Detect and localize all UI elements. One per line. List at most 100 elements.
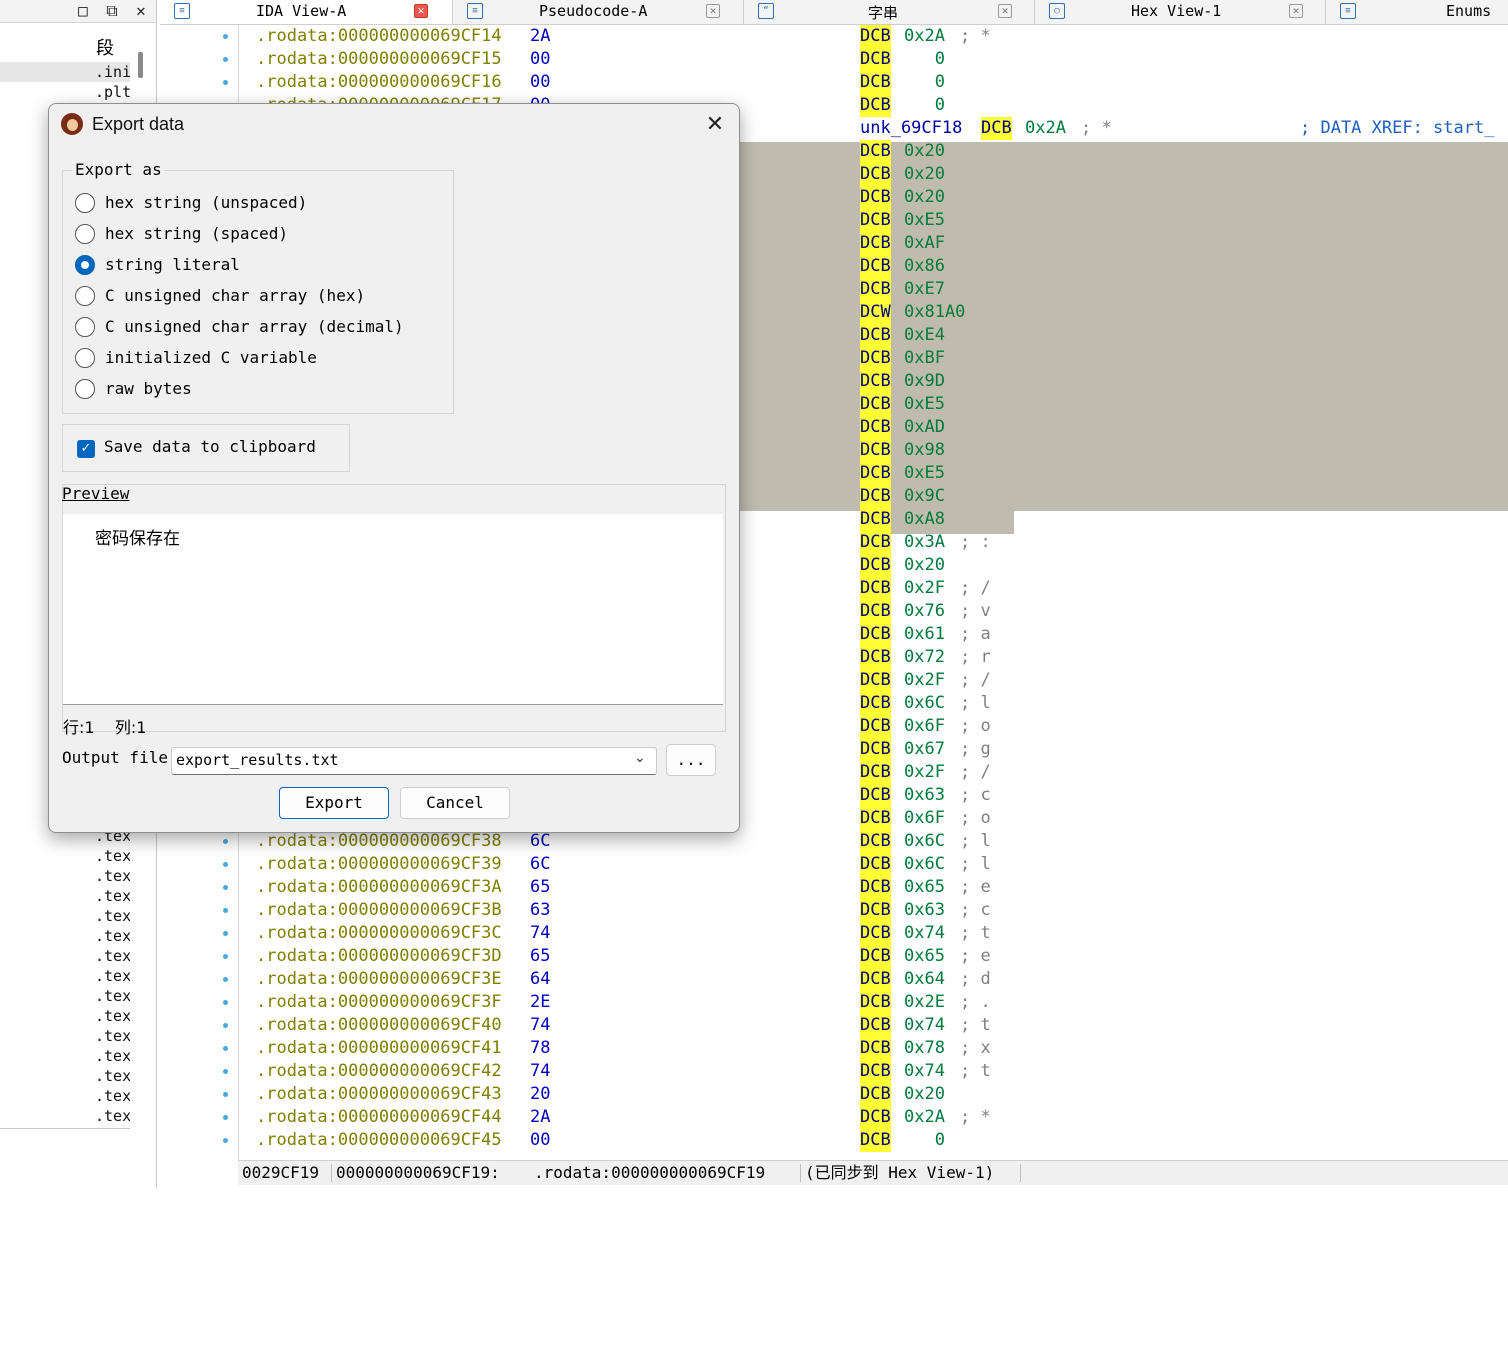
radio-button[interactable]: [75, 317, 95, 337]
row-directive: DCB: [860, 278, 891, 301]
radio-button[interactable]: [75, 193, 95, 213]
segment-row[interactable]: .tex: [0, 846, 130, 866]
row-byte: 63: [530, 900, 551, 920]
disassembly-row[interactable]: .rodata:000000000069CF38 6C DCB 0x6C ; l: [160, 830, 1508, 853]
disassembly-row[interactable]: .rodata:000000000069CF41 78 DCB 0x78 ; x: [160, 1037, 1508, 1060]
row-comment: ; g: [960, 739, 991, 759]
radio-button[interactable]: [75, 255, 95, 275]
row-comment: ; o: [960, 808, 991, 828]
enums-icon: ≡: [1340, 3, 1356, 19]
segment-row[interactable]: .tex: [0, 866, 130, 886]
tab-label: Enums: [1446, 2, 1492, 20]
row-value: 0xAF: [904, 233, 945, 253]
radio-button[interactable]: [75, 379, 95, 399]
segment-row[interactable]: .tex: [0, 1006, 130, 1026]
row-directive: DCB: [860, 1060, 891, 1083]
row-directive: DCB: [860, 255, 891, 278]
disassembly-row[interactable]: .rodata:000000000069CF3A 65 DCB 0x65 ; e: [160, 876, 1508, 899]
row-directive: DCB: [860, 577, 891, 600]
segment-row[interactable]: .tex: [0, 1026, 130, 1046]
save-to-clipboard-checkbox[interactable]: ✓: [77, 440, 95, 458]
restore-icon[interactable]: ⧉: [101, 1, 123, 21]
row-value: 0: [904, 1130, 945, 1150]
dialog-close-icon[interactable]: ✕: [701, 112, 729, 138]
disassembly-row[interactable]: .rodata:000000000069CF43 20 DCB 0x20: [160, 1083, 1508, 1106]
segments-scrollbar[interactable]: [138, 52, 143, 78]
row-comment: ; v: [960, 601, 991, 621]
chevron-down-icon[interactable]: ⌄: [634, 750, 646, 766]
tab-close-icon[interactable]: ✕: [706, 4, 720, 18]
row-address: .rodata:000000000069CF42: [256, 1061, 502, 1081]
status-address: 000000000069CF19:: [336, 1163, 500, 1182]
disassembly-row[interactable]: .rodata:000000000069CF45 00 DCB 0: [160, 1129, 1508, 1152]
tab-pseudocode-a[interactable]: ≡ Pseudocode-A ✕: [453, 0, 744, 24]
row-address: .rodata:000000000069CF3B: [256, 900, 502, 920]
radio-button[interactable]: [75, 286, 95, 306]
disassembly-row[interactable]: .rodata:000000000069CF3C 74 DCB 0x74 ; t: [160, 922, 1508, 945]
close-icon[interactable]: ✕: [130, 1, 152, 21]
segment-row[interactable]: .tex: [0, 906, 130, 926]
export-button[interactable]: Export: [279, 787, 389, 819]
tab-ida-view-a[interactable]: ≡ IDA View-A ✕: [160, 0, 453, 24]
row-value: 0x2A: [904, 26, 945, 46]
segment-row[interactable]: .tex: [0, 926, 130, 946]
tab-hex-view-1[interactable]: ○ Hex View-1 ✕: [1035, 0, 1326, 24]
disassembly-row[interactable]: .rodata:000000000069CF42 74 DCB 0x74 ; t: [160, 1060, 1508, 1083]
row-value: 0xE5: [904, 394, 945, 414]
row-directive: DCB: [860, 462, 891, 485]
row-comment: ; c: [960, 785, 991, 805]
segment-row[interactable]: .plt: [0, 82, 130, 102]
row-byte: 74: [530, 1015, 551, 1035]
breakpoint-dot-icon: [223, 1138, 228, 1143]
segment-row[interactable]: .ini: [0, 62, 130, 82]
export-option-label: C unsigned char array (hex): [105, 286, 366, 305]
maximize-icon[interactable]: □: [72, 1, 94, 21]
output-file-combobox[interactable]: export_results.txt ⌄: [171, 747, 657, 775]
row-directive: DCB: [860, 393, 891, 416]
disassembly-row[interactable]: .rodata:000000000069CF3B 63 DCB 0x63 ; c: [160, 899, 1508, 922]
disassembly-row[interactable]: .rodata:000000000069CF15 00 DCB 0: [160, 48, 1508, 71]
row-comment: ; t: [960, 923, 991, 943]
radio-button[interactable]: [75, 348, 95, 368]
segment-row[interactable]: .tex: [0, 946, 130, 966]
segment-row[interactable]: .tex: [0, 966, 130, 986]
tab-strings[interactable]: “ 字串 ✕: [744, 0, 1035, 24]
segment-row[interactable]: .tex: [0, 1086, 130, 1106]
export-option-label: hex string (spaced): [105, 224, 289, 243]
row-byte: 78: [530, 1038, 551, 1058]
segment-row[interactable]: .tex: [0, 986, 130, 1006]
row-value: 0x98: [904, 440, 945, 460]
tab-close-icon[interactable]: ✕: [414, 4, 428, 18]
disassembly-row[interactable]: .rodata:000000000069CF44 2A DCB 0x2A ; *: [160, 1106, 1508, 1129]
tab-enums[interactable]: ≡ Enums: [1326, 0, 1508, 24]
row-directive: DCB: [981, 117, 1012, 140]
segment-row[interactable]: .tex: [0, 886, 130, 906]
save-to-clipboard-label[interactable]: Save data to clipboard: [104, 437, 316, 456]
row-comment: ; *: [960, 26, 991, 46]
row-xref[interactable]: ; DATA XREF: start_: [1300, 117, 1494, 140]
cancel-button[interactable]: Cancel: [400, 787, 510, 819]
row-value: 0x2F: [904, 578, 945, 598]
disassembly-row[interactable]: .rodata:000000000069CF3E 64 DCB 0x64 ; d: [160, 968, 1508, 991]
segment-row[interactable]: .tex: [0, 1046, 130, 1066]
output-file-value: export_results.txt: [176, 751, 339, 769]
disassembly-row[interactable]: .rodata:000000000069CF3F 2E DCB 0x2E ; .: [160, 991, 1508, 1014]
browse-button[interactable]: ...: [666, 744, 716, 776]
dialog-titlebar[interactable]: Export data ✕: [49, 104, 739, 146]
disassembly-row[interactable]: .rodata:000000000069CF3D 65 DCB 0x65 ; e: [160, 945, 1508, 968]
segment-row[interactable]: .tex: [0, 1106, 130, 1126]
disassembly-row[interactable]: .rodata:000000000069CF14 2A DCB 0x2A ; *: [160, 25, 1508, 48]
radio-button[interactable]: [75, 224, 95, 244]
row-value: 0x81A0: [904, 302, 966, 322]
row-comment: ; l: [960, 693, 991, 713]
tab-close-icon[interactable]: ✕: [1289, 4, 1303, 18]
disassembly-row[interactable]: .rodata:000000000069CF40 74 DCB 0x74 ; t: [160, 1014, 1508, 1037]
segments-column-header[interactable]: 段: [0, 28, 130, 60]
row-byte: 74: [530, 1061, 551, 1081]
tab-close-icon[interactable]: ✕: [998, 4, 1012, 18]
row-label[interactable]: unk_69CF18: [860, 117, 962, 140]
preview-textbox[interactable]: 密码保存在: [63, 514, 723, 705]
segment-row[interactable]: .tex: [0, 1066, 130, 1086]
disassembly-row[interactable]: .rodata:000000000069CF16 00 DCB 0: [160, 71, 1508, 94]
disassembly-row[interactable]: .rodata:000000000069CF39 6C DCB 0x6C ; l: [160, 853, 1508, 876]
